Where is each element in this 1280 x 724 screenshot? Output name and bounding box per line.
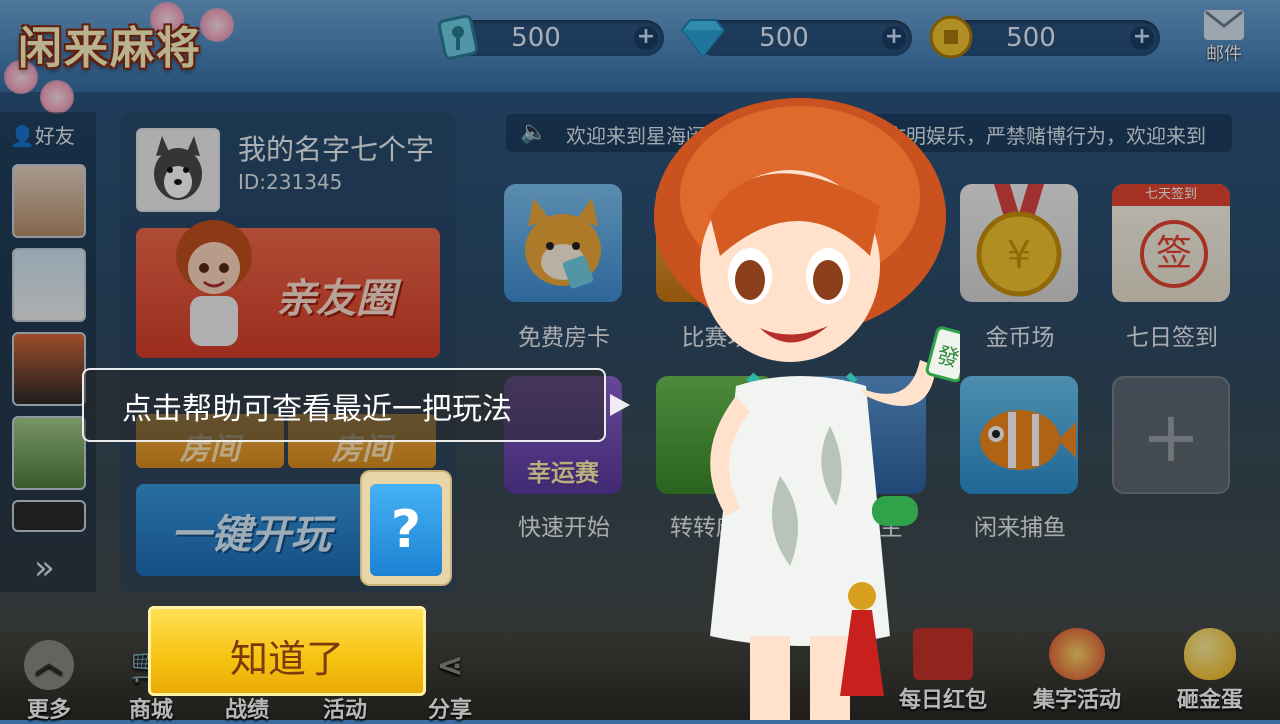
tutorial-tip-text: 点击帮助可查看最近一把玩法 [122, 392, 512, 427]
tutorial-tooltip: 点击帮助可查看最近一把玩法 [82, 368, 630, 442]
question-icon: ? [390, 500, 422, 560]
got-it-button[interactable]: 知道了 [148, 606, 426, 696]
mascot-girl-icon: 發 [654, 98, 960, 720]
tooltip-arrow-icon [610, 394, 630, 416]
got-it-label: 知道了 [229, 637, 344, 681]
help-button[interactable]: ? [370, 484, 442, 576]
